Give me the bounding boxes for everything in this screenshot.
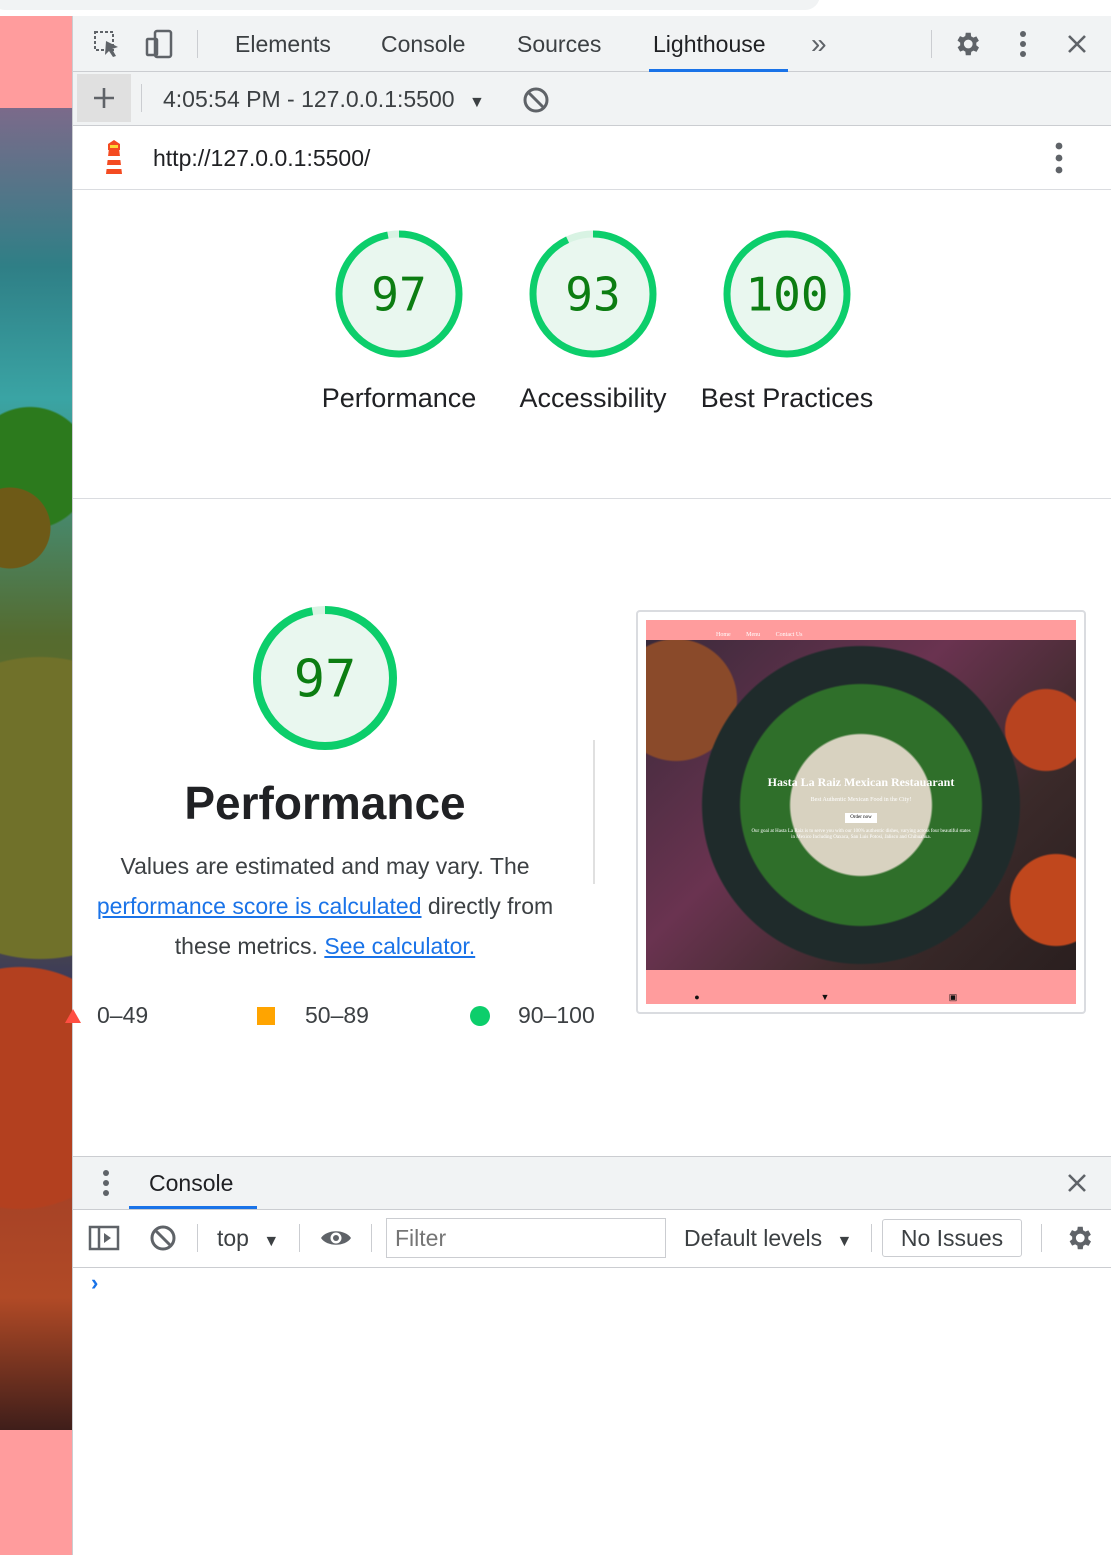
hero-photo bbox=[0, 108, 72, 1430]
close-devtools-icon[interactable] bbox=[1059, 26, 1095, 62]
see-calculator-link[interactable]: See calculator. bbox=[324, 933, 475, 959]
thumbnail-copy: Our goal at Hasta La Raiz is to serve yo… bbox=[751, 829, 971, 840]
facebook-icon: ● bbox=[694, 992, 700, 1002]
legend-fail: 0–49 bbox=[65, 1002, 148, 1029]
tab-sources[interactable]: Sources bbox=[517, 16, 601, 72]
performance-title: Performance bbox=[184, 777, 466, 829]
thumbnail-order-button: Order now bbox=[845, 813, 877, 823]
gauge-label-performance[interactable]: Performance bbox=[299, 378, 499, 418]
drawer-tab-console[interactable]: Console bbox=[128, 1157, 258, 1209]
devtools-tabbar: Elements Console Sources Lighthouse » bbox=[73, 16, 1111, 72]
thumbnail-hero-image bbox=[646, 640, 1076, 970]
console-toolbar: top ▼ Default levels ▼ No Issues bbox=[73, 1210, 1111, 1268]
close-drawer-icon[interactable] bbox=[1059, 1167, 1095, 1199]
report-selector-label: 4:05:54 PM - 127.0.0.1:5500 bbox=[163, 86, 455, 112]
tab-console[interactable]: Console bbox=[381, 16, 465, 72]
legend-average-label: 50–89 bbox=[305, 1002, 369, 1028]
issues-button[interactable]: No Issues bbox=[882, 1219, 1022, 1257]
context-dropdown-arrow-icon: ▼ bbox=[263, 1233, 280, 1250]
perf-desc-text: Values are estimated and may vary. The bbox=[120, 853, 530, 879]
thumbnail-page: Home Menu Contact Us Hasta La Raiz Mexic… bbox=[646, 620, 1076, 1004]
accessibility-gauge-value: 93 bbox=[565, 268, 620, 322]
console-prompt-icon[interactable]: › bbox=[91, 1270, 98, 1296]
twitter-icon: ▼ bbox=[820, 992, 830, 1002]
more-tabs-icon[interactable]: » bbox=[811, 16, 827, 72]
new-report-plus-icon[interactable] bbox=[77, 74, 131, 122]
legend-fail-label: 0–49 bbox=[97, 1002, 149, 1028]
log-levels-arrow-icon: ▼ bbox=[836, 1233, 853, 1250]
page-viewport bbox=[0, 0, 72, 1555]
average-square-icon bbox=[257, 1006, 275, 1025]
inspect-element-icon[interactable] bbox=[87, 26, 127, 62]
tab-lighthouse[interactable]: Lighthouse bbox=[649, 16, 788, 72]
thumbnail-subtitle: Best Authentic Mexican Food in the City! bbox=[810, 797, 912, 803]
fail-triangle-icon bbox=[65, 1008, 81, 1023]
devtools-panel: Elements Console Sources Lighthouse » 4:… bbox=[65, 16, 1111, 1555]
performance-gauge-value: 97 bbox=[371, 268, 426, 322]
show-sidebar-icon[interactable] bbox=[87, 1222, 121, 1254]
gauges-svg: 97 93 100 bbox=[335, 230, 851, 358]
live-expression-eye-icon[interactable] bbox=[317, 1222, 355, 1254]
performance-description: Values are estimated and may vary. The p… bbox=[73, 846, 577, 966]
context-selector[interactable]: top ▼ bbox=[217, 1210, 279, 1270]
lighthouse-report-bar: 4:05:54 PM - 127.0.0.1:5500 ▼ bbox=[73, 72, 1111, 126]
report-menu-icon[interactable] bbox=[1041, 140, 1077, 176]
context-label: top bbox=[217, 1225, 249, 1251]
instagram-icon: ▣ bbox=[948, 992, 958, 1002]
settings-gear-icon[interactable] bbox=[947, 26, 987, 62]
report-url: http://127.0.0.1:5500/ bbox=[153, 145, 371, 171]
thumbnail-title: Hasta La Raiz Mexican Restauarant bbox=[767, 775, 955, 789]
pass-circle-icon bbox=[470, 1005, 490, 1026]
score-calculated-link[interactable]: performance score is calculated bbox=[97, 893, 422, 919]
legend-pass: 90–100 bbox=[470, 1002, 595, 1029]
section-divider bbox=[593, 740, 595, 884]
dropdown-arrow-icon: ▼ bbox=[468, 94, 485, 111]
browser-top-edge bbox=[0, 0, 1111, 16]
log-levels-label: Default levels bbox=[684, 1225, 823, 1251]
performance-large-gauge-value: 97 bbox=[294, 650, 357, 710]
clear-reports-icon[interactable] bbox=[521, 85, 551, 115]
report-selector[interactable]: 4:05:54 PM - 127.0.0.1:5500 ▼ bbox=[163, 72, 485, 126]
drawer-header: Console bbox=[73, 1156, 1111, 1210]
drawer-menu-icon[interactable] bbox=[91, 1167, 121, 1199]
log-levels-dropdown[interactable]: Default levels ▼ bbox=[684, 1210, 852, 1270]
console-filter-input[interactable] bbox=[386, 1218, 666, 1258]
report-url-bar: http://127.0.0.1:5500/ bbox=[73, 126, 1111, 190]
thumbnail-nav: Home Menu Contact Us bbox=[716, 632, 817, 638]
clear-console-icon[interactable] bbox=[147, 1222, 179, 1254]
gauge-label-best-practices[interactable]: Best Practices bbox=[697, 378, 877, 418]
console-settings-gear-icon[interactable] bbox=[1061, 1222, 1097, 1254]
thumb-nav-contact: Contact Us bbox=[775, 632, 803, 638]
lighthouse-logo-icon bbox=[99, 140, 129, 176]
more-options-icon[interactable] bbox=[1005, 26, 1041, 62]
device-toolbar-icon[interactable] bbox=[139, 26, 179, 62]
final-screenshot[interactable]: Home Menu Contact Us Hasta La Raiz Mexic… bbox=[636, 610, 1086, 1014]
thumb-nav-home: Home bbox=[716, 632, 731, 638]
tab-elements[interactable]: Elements bbox=[235, 16, 331, 72]
legend-pass-label: 90–100 bbox=[518, 1002, 595, 1028]
thumb-nav-menu: Menu bbox=[746, 632, 761, 638]
legend-average: 50–89 bbox=[257, 1002, 369, 1029]
performance-gauge-large: 97 bbox=[253, 606, 397, 750]
best-practices-gauge-value: 100 bbox=[745, 268, 828, 322]
gauge-label-accessibility[interactable]: Accessibility bbox=[493, 378, 693, 418]
